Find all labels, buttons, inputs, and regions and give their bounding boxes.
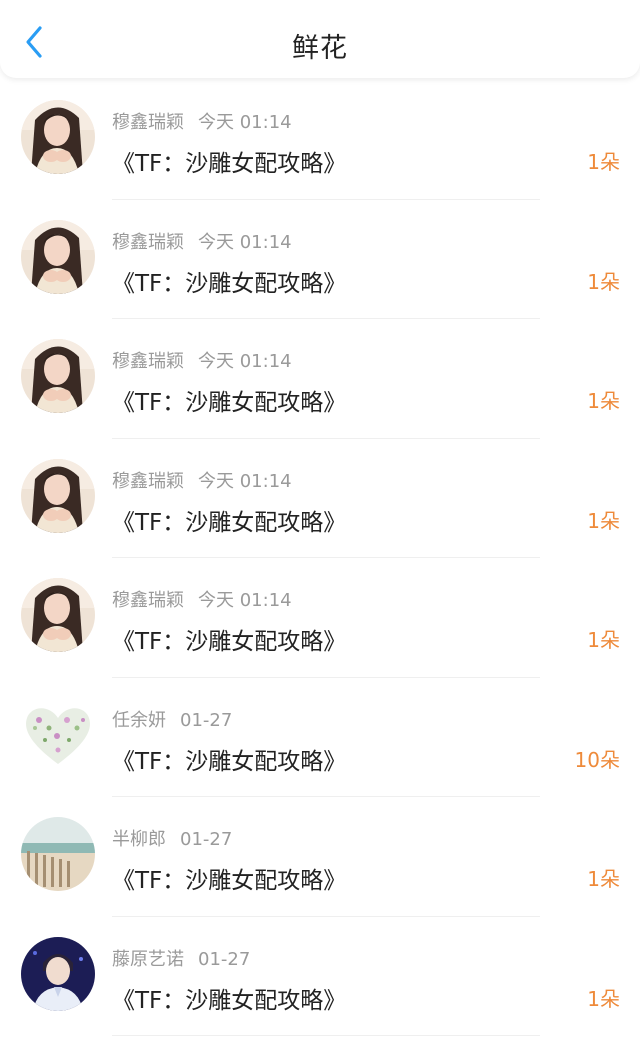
flower-count: 1朵 [587,269,620,294]
avatar[interactable] [21,817,95,891]
avatar[interactable] [21,458,95,533]
avatar[interactable] [21,100,95,174]
boy-avatar-image [21,936,95,1011]
book-title: 《TF：沙雕女配攻略》 [112,509,347,536]
send-time: 今天 01:14 [198,470,292,492]
send-time: 今天 01:14 [198,590,292,611]
book-title: 《TF：沙雕女配攻略》 [112,390,347,416]
sender-meta: 半柳郎 01-27 [112,825,232,851]
divider [112,1035,540,1036]
book-title: 《TF：沙雕女配攻略》 [112,270,347,297]
flower-count: 1朵 [587,508,620,533]
send-time: 01-27 [180,829,233,850]
send-time: 今天 01:14 [198,351,292,372]
sender-meta: 任余妍 01-27 [112,706,232,732]
sender-meta: 穆鑫瑞颖 今天 01:14 [112,228,292,254]
flower-count: 1朵 [587,150,620,174]
send-time: 01-27 [180,709,233,731]
nav-bar: 鲜花 [0,0,640,78]
avatar[interactable] [21,697,95,772]
avatar[interactable] [21,339,95,413]
page-title: 鲜花 [292,33,348,64]
list-item[interactable]: 穆鑫瑞颖 今天 01:14 《TF：沙雕女配攻略》 1朵 [0,558,640,678]
list-item[interactable]: 半柳郎 01-27 《TF：沙雕女配攻略》 1朵 [0,797,640,917]
sender-name: 穆鑫瑞颖 [112,470,184,492]
flower-count: 1朵 [587,986,620,1011]
send-time: 今天 01:14 [198,231,292,253]
avatar[interactable] [21,936,95,1011]
book-title: 《TF：沙雕女配攻略》 [112,151,347,177]
sender-name: 穆鑫瑞颖 [112,112,184,133]
sender-name: 藤原艺诺 [112,948,184,970]
sender-meta: 藤原艺诺 01-27 [112,945,250,971]
girl-avatar-image [21,578,95,652]
avatar[interactable] [21,578,95,652]
avatar[interactable] [21,219,95,294]
beach-avatar-image [21,817,95,891]
sender-name: 任余妍 [112,709,166,731]
book-title: 《TF：沙雕女配攻略》 [112,629,347,655]
book-title: 《TF：沙雕女配攻略》 [112,748,347,775]
list-item[interactable]: 藤原艺诺 01-27 《TF：沙雕女配攻略》 1朵 [0,917,640,1036]
sender-meta: 穆鑫瑞颖 今天 01:14 [112,467,292,493]
list-item[interactable]: 穆鑫瑞颖 今天 01:14 《TF：沙雕女配攻略》 1朵 [0,439,640,558]
sender-name: 穆鑫瑞颖 [112,590,184,611]
sender-meta: 穆鑫瑞颖 今天 01:14 [112,108,292,134]
sender-name: 半柳郎 [112,829,166,850]
heart-avatar-image [21,697,95,772]
send-time: 今天 01:14 [198,112,292,133]
sender-name: 穆鑫瑞颖 [112,351,184,372]
sender-meta: 穆鑫瑞颖 今天 01:14 [112,586,292,612]
list-item[interactable]: 任余妍 01-27 《TF：沙雕女配攻略》 10朵 [0,678,640,797]
flower-count: 1朵 [587,628,620,652]
send-time: 01-27 [198,948,251,970]
list-item[interactable]: 穆鑫瑞颖 今天 01:14 《TF：沙雕女配攻略》 1朵 [0,80,640,200]
book-title: 《TF：沙雕女配攻略》 [112,987,347,1014]
sender-meta: 穆鑫瑞颖 今天 01:14 [112,347,292,373]
flower-count: 1朵 [587,389,620,413]
list-item[interactable]: 穆鑫瑞颖 今天 01:14 《TF：沙雕女配攻略》 1朵 [0,319,640,439]
flower-list: 穆鑫瑞颖 今天 01:14 《TF：沙雕女配攻略》 1朵 穆鑫瑞颖 今天 01:14… [0,80,640,1036]
flower-count: 1朵 [587,867,620,891]
girl-avatar-image [21,219,95,294]
girl-avatar-image [21,339,95,413]
book-title: 《TF：沙雕女配攻略》 [112,868,347,894]
girl-avatar-image [21,100,95,174]
flower-count: 10朵 [574,747,620,772]
list-item[interactable]: 穆鑫瑞颖 今天 01:14 《TF：沙雕女配攻略》 1朵 [0,200,640,319]
girl-avatar-image [21,458,95,533]
sender-name: 穆鑫瑞颖 [112,231,184,253]
